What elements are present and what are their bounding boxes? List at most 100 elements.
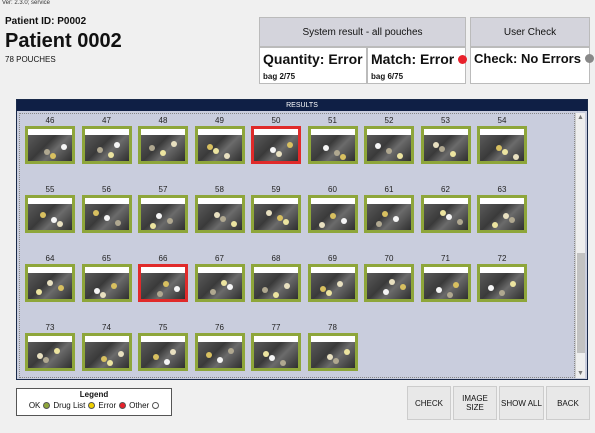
pill-icon <box>43 357 49 363</box>
pouch-thumbnail[interactable] <box>138 333 188 371</box>
pouch-cell[interactable]: 52 <box>364 115 414 164</box>
pill-icon <box>213 212 220 218</box>
pouch-thumbnail[interactable] <box>307 333 358 371</box>
pouch-photo <box>28 342 72 368</box>
pouch-thumbnail[interactable] <box>420 126 471 164</box>
pill-icon <box>226 284 233 290</box>
back-button[interactable]: BACK <box>546 386 590 420</box>
pouch-thumbnail[interactable] <box>81 195 132 233</box>
pouch-cell[interactable]: 56 <box>81 184 132 233</box>
pouch-thumbnail[interactable] <box>307 195 358 233</box>
pouch-thumbnail[interactable] <box>364 126 414 164</box>
pouch-thumbnail[interactable] <box>251 195 301 233</box>
pouch-thumbnail[interactable] <box>477 264 527 302</box>
pouch-thumbnail[interactable] <box>364 264 414 302</box>
pouch-thumbnail[interactable] <box>251 126 301 164</box>
pouch-thumbnail[interactable] <box>25 333 75 371</box>
pouch-number: 65 <box>102 254 111 263</box>
user-check-result: Check: No Errors <box>470 47 594 84</box>
pouch-cell[interactable]: 76 <box>194 322 245 371</box>
pouch-number: 57 <box>158 185 168 194</box>
pouch-cell[interactable]: 59 <box>251 184 301 233</box>
pouch-cell[interactable]: 57 <box>138 184 188 233</box>
pill-icon <box>37 353 43 359</box>
results-scrollbar[interactable]: ▲ ▼ <box>575 113 585 378</box>
pouch-cell[interactable]: 54 <box>477 115 527 164</box>
pouch-thumbnail[interactable] <box>81 264 132 302</box>
pouch-cell[interactable]: 46 <box>25 115 75 164</box>
pouch-thumbnail[interactable] <box>25 195 75 233</box>
pouch-cell[interactable]: 78 <box>307 322 358 371</box>
pouch-cell[interactable]: 72 <box>477 253 527 302</box>
pouch-cell[interactable]: 62 <box>420 184 471 233</box>
pouch-thumbnail[interactable] <box>25 264 75 302</box>
pouch-cell[interactable]: 65 <box>81 253 132 302</box>
pouch-cell[interactable]: 64 <box>25 253 75 302</box>
image-size-button[interactable]: IMAGE SIZE <box>453 386 497 420</box>
pouch-cell[interactable]: 73 <box>25 322 75 371</box>
pouch-thumbnail[interactable] <box>81 126 132 164</box>
pouch-thumbnail[interactable] <box>251 333 301 371</box>
pill-icon <box>439 210 446 216</box>
pouch-cell[interactable]: 74 <box>81 322 132 371</box>
pouch-cell[interactable]: 51 <box>307 115 358 164</box>
pouch-thumbnail[interactable] <box>81 333 132 371</box>
pouch-thumbnail[interactable] <box>477 126 527 164</box>
pill-icon <box>262 287 268 293</box>
pouch-thumbnail[interactable] <box>138 126 188 164</box>
pouch-cell[interactable]: 71 <box>420 253 471 302</box>
pouch-cell[interactable]: 50 <box>251 115 301 164</box>
pouch-thumbnail[interactable] <box>194 195 245 233</box>
pouch-photo <box>310 135 355 161</box>
pouch-thumbnail[interactable] <box>364 195 414 233</box>
match-result: Match: Error bag 6/75 <box>367 47 468 84</box>
pouch-cell[interactable]: 69 <box>307 253 358 302</box>
pouch-thumbnail[interactable] <box>138 264 188 302</box>
pill-icon <box>343 349 350 355</box>
show-all-button[interactable]: SHOW ALL <box>499 386 544 420</box>
pouch-photo <box>254 135 298 161</box>
pill-icon <box>509 217 515 223</box>
pouch-cell[interactable]: 49 <box>194 115 245 164</box>
pouch-number: 50 <box>271 116 281 125</box>
pouch-thumbnail[interactable] <box>251 264 301 302</box>
pouch-thumbnail[interactable] <box>420 195 471 233</box>
pill-icon <box>270 147 276 153</box>
pouch-photo <box>310 273 355 299</box>
pouch-thumbnail[interactable] <box>194 264 245 302</box>
pouch-thumbnail[interactable] <box>307 264 358 302</box>
pouch-cell[interactable]: 66 <box>138 253 188 302</box>
pouch-cell[interactable]: 47 <box>81 115 132 164</box>
pill-icon <box>92 210 99 216</box>
pouch-cell[interactable]: 61 <box>364 184 414 233</box>
pouch-cell[interactable]: 48 <box>138 115 188 164</box>
pouch-cell[interactable]: 77 <box>251 322 301 371</box>
scroll-down-icon[interactable]: ▼ <box>577 370 584 377</box>
pouch-cell[interactable]: 67 <box>194 253 245 302</box>
pouch-cell[interactable]: 55 <box>25 184 75 233</box>
check-button[interactable]: CHECK <box>407 386 451 420</box>
legend-items: OK Drug List Error Other <box>17 401 171 410</box>
pouch-cell[interactable]: 70 <box>364 253 414 302</box>
pouch-cell[interactable]: 60 <box>307 184 358 233</box>
pouch-cell[interactable]: 58 <box>194 184 245 233</box>
pouch-thumbnail[interactable] <box>307 126 358 164</box>
scroll-thumb[interactable] <box>577 253 585 353</box>
pouch-thumbnail[interactable] <box>194 126 245 164</box>
pill-icon <box>269 355 275 361</box>
pill-icon <box>432 142 439 148</box>
pouch-thumbnail[interactable] <box>25 126 75 164</box>
pill-icon <box>110 283 117 289</box>
scroll-up-icon[interactable]: ▲ <box>577 114 584 121</box>
pill-icon <box>227 348 234 354</box>
pouch-cell[interactable]: 75 <box>138 322 188 371</box>
pouch-thumbnail[interactable] <box>477 195 527 233</box>
pouch-cell[interactable]: 53 <box>420 115 471 164</box>
pouch-thumbnail[interactable] <box>420 264 471 302</box>
pill-icon <box>513 154 519 160</box>
pouch-cell[interactable]: 63 <box>477 184 527 233</box>
pouch-thumbnail[interactable] <box>194 333 245 371</box>
pouch-thumbnail[interactable] <box>138 195 188 233</box>
pouch-cell[interactable]: 68 <box>251 253 301 302</box>
pouch-photo <box>197 135 242 161</box>
